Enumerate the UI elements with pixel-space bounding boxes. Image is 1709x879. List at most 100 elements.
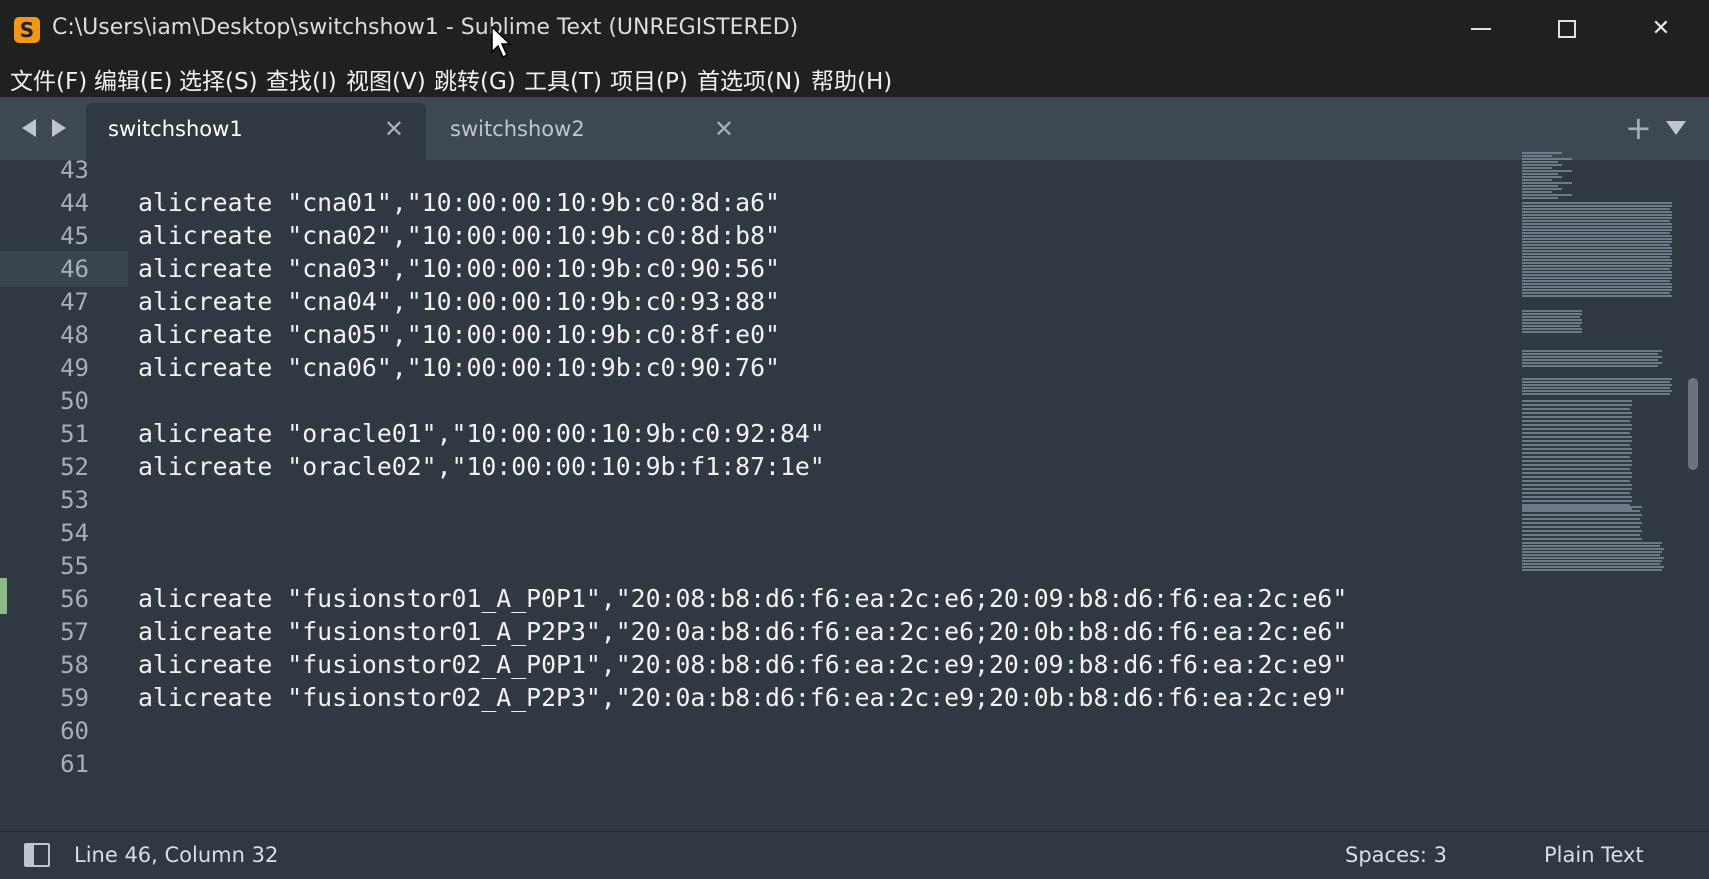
menu-preferences[interactable]: 首选项(N)	[697, 62, 801, 96]
title-bar[interactable]: S C:\Users\iam\Desktop\switchshow1 - Sub…	[0, 0, 1709, 59]
minimap-line	[1522, 158, 1572, 160]
menu-find[interactable]: 查找(I)	[266, 62, 337, 96]
code-text[interactable]: alicreate "oracle02","10:00:00:10:9b:f1:…	[138, 449, 825, 485]
code-text[interactable]: alicreate "cna02","10:00:00:10:9b:c0:8d:…	[138, 218, 780, 254]
code-editor[interactable]: 43 44 alicreate "cna01","10:00:00:10:9b:c0…	[0, 160, 1520, 831]
code-text[interactable]: alicreate "oracle01","10:00:00:10:9b:c0:…	[138, 416, 825, 452]
code-line[interactable]: 52 alicreate "oracle02","10:00:00:10:9b:f…	[0, 449, 1520, 485]
line-number: 61	[60, 750, 89, 778]
syntax-selector[interactable]: Plain Text	[1544, 843, 1644, 867]
tab-switchshow2[interactable]: switchshow2 ✕	[428, 103, 756, 160]
code-text[interactable]: alicreate "fusionstor02_A_P2P3","20:0a:b…	[138, 680, 1347, 716]
sidebar-toggle-icon[interactable]	[24, 843, 50, 867]
tab-close-icon[interactable]: ✕	[714, 115, 734, 143]
minimap-line	[1522, 325, 1580, 327]
minimap-line	[1522, 238, 1672, 240]
code-text[interactable]: alicreate "cna06","10:00:00:10:9b:c0:90:…	[138, 350, 780, 386]
code-text[interactable]: alicreate "cna03","10:00:00:10:9b:c0:90:…	[138, 251, 780, 287]
menu-edit[interactable]: 编辑(E)	[94, 62, 172, 96]
code-line[interactable]: 60	[0, 713, 1520, 749]
code-line[interactable]: 55	[0, 548, 1520, 584]
minimap-line	[1522, 464, 1632, 466]
code-text[interactable]: alicreate "fusionstor02_A_P0P1","20:08:b…	[138, 647, 1347, 683]
minimap-line	[1522, 432, 1630, 434]
code-line[interactable]: 58 alicreate "fusionstor02_A_P0P1","20:08…	[0, 647, 1520, 683]
cursor-position[interactable]: Line 46, Column 32	[74, 843, 278, 867]
tab-close-icon[interactable]: ✕	[384, 115, 404, 143]
minimap-line	[1522, 452, 1632, 454]
code-line[interactable]: 51 alicreate "oracle01","10:00:00:10:9b:c…	[0, 416, 1520, 452]
indentation-setting[interactable]: Spaces: 3	[1345, 843, 1447, 867]
minimap-line	[1522, 191, 1552, 193]
status-bar: Line 46, Column 32 Spaces: 3 Plain Text	[0, 831, 1709, 879]
code-line[interactable]: 49 alicreate "cna06","10:00:00:10:9b:c0:9…	[0, 350, 1520, 386]
code-text[interactable]: alicreate "fusionstor01_A_P0P1","20:08:b…	[138, 581, 1347, 617]
code-line[interactable]: 48 alicreate "cna05","10:00:00:10:9b:c0:8…	[0, 317, 1520, 353]
code-line[interactable]: 46 alicreate "cna03","10:00:00:10:9b:c0:9…	[0, 251, 1520, 287]
scrollbar-thumb[interactable]	[1688, 378, 1698, 470]
minimap-line	[1522, 484, 1632, 486]
minimize-icon	[1471, 28, 1491, 30]
minimap[interactable]	[1520, 152, 1686, 831]
code-text[interactable]: alicreate "cna05","10:00:00:10:9b:c0:8f:…	[138, 317, 780, 353]
minimap-line	[1522, 232, 1670, 234]
line-number: 46	[60, 255, 89, 283]
line-number: 45	[60, 222, 89, 250]
code-text[interactable]: alicreate "cna04","10:00:00:10:9b:c0:93:…	[138, 284, 780, 320]
code-line[interactable]: 59 alicreate "fusionstor02_A_P2P3","20:0a…	[0, 680, 1520, 716]
code-line[interactable]: 54	[0, 515, 1520, 551]
minimap-line	[1522, 350, 1662, 352]
minimap-line	[1522, 542, 1662, 544]
menu-project[interactable]: 项目(P)	[610, 62, 688, 96]
minimap-line	[1522, 359, 1658, 361]
minimap-line	[1522, 214, 1672, 216]
sublime-app-icon: S	[14, 17, 40, 43]
code-text[interactable]: alicreate "fusionstor01_A_P2P3","20:0a:b…	[138, 614, 1347, 650]
code-text[interactable]: alicreate "cna01","10:00:00:10:9b:c0:8d:…	[138, 185, 780, 221]
line-number: 58	[60, 651, 89, 679]
code-line[interactable]: 50	[0, 383, 1520, 419]
vertical-scrollbar[interactable]	[1686, 172, 1700, 827]
menu-help[interactable]: 帮助(H)	[811, 62, 892, 96]
menu-file[interactable]: 文件(F)	[10, 62, 87, 96]
minimap-line	[1522, 545, 1660, 547]
code-line[interactable]: 61	[0, 746, 1520, 782]
tab-switchshow1[interactable]: switchshow1 ✕	[86, 103, 426, 160]
minimap-line	[1522, 526, 1640, 528]
code-line[interactable]: 43	[0, 160, 1520, 188]
minimap-line	[1522, 331, 1582, 333]
menu-goto[interactable]: 跳转(G)	[434, 62, 516, 96]
minimap-line	[1522, 400, 1632, 402]
line-number: 49	[60, 354, 89, 382]
code-line[interactable]: 53	[0, 482, 1520, 518]
code-line[interactable]: 57 alicreate "fusionstor01_A_P2P3","20:0a…	[0, 614, 1520, 650]
tab-scroll-left-icon[interactable]	[22, 119, 36, 137]
minimap-line	[1522, 202, 1672, 204]
minimap-line	[1522, 280, 1670, 282]
minimap-line	[1522, 518, 1640, 520]
code-line[interactable]: 45 alicreate "cna02","10:00:00:10:9b:c0:8…	[0, 218, 1520, 254]
minimap-line	[1522, 170, 1572, 172]
tab-list-dropdown-icon[interactable]	[1666, 121, 1686, 135]
menu-view[interactable]: 视图(V)	[346, 62, 426, 96]
minimap-line	[1522, 256, 1670, 258]
minimap-line	[1522, 390, 1672, 392]
code-line[interactable]: 47 alicreate "cna04","10:00:00:10:9b:c0:9…	[0, 284, 1520, 320]
minimap-line	[1522, 440, 1632, 442]
line-number: 54	[60, 519, 89, 547]
minimap-line	[1522, 393, 1670, 395]
minimap-line	[1522, 176, 1562, 178]
minimap-line	[1522, 250, 1672, 252]
tab-scroll-right-icon[interactable]	[52, 119, 66, 137]
minimap-line	[1522, 328, 1582, 330]
minimap-line	[1522, 208, 1670, 210]
menu-tools[interactable]: 工具(T)	[524, 62, 602, 96]
minimap-line	[1522, 460, 1632, 462]
menu-selection[interactable]: 选择(S)	[179, 62, 258, 96]
new-tab-plus-icon[interactable]: +	[1625, 109, 1652, 147]
close-window-button[interactable]: ✕	[1626, 0, 1696, 58]
code-line[interactable]: 56 alicreate "fusionstor01_A_P0P1","20:08…	[0, 581, 1520, 617]
code-line[interactable]: 44 alicreate "cna01","10:00:00:10:9b:c0:8…	[0, 185, 1520, 221]
maximize-button[interactable]	[1532, 0, 1602, 58]
minimize-button[interactable]	[1446, 0, 1516, 58]
